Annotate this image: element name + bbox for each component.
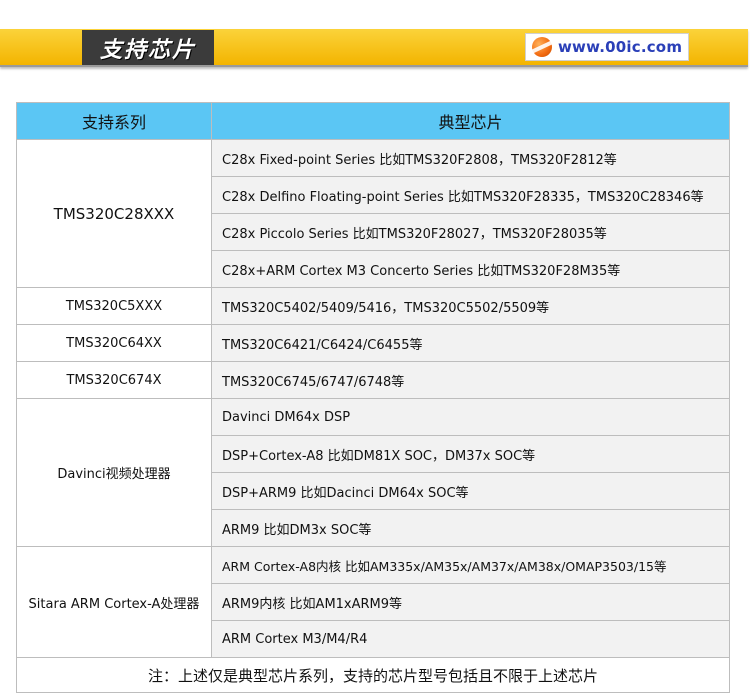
- table-row: TMS320C28XXX C28x Fixed-point Series 比如T…: [16, 139, 730, 288]
- header-chips: 典型芯片: [211, 102, 730, 140]
- chip-cell: Davinci DM64x DSP: [211, 398, 730, 436]
- header-series: 支持系列: [16, 102, 212, 140]
- table-header-row: 支持系列 典型芯片: [16, 102, 730, 140]
- chip-cell: C28x Fixed-point Series 比如TMS320F2808，TM…: [211, 139, 730, 177]
- chip-cell: TMS320C5402/5409/5416，TMS320C5502/5509等: [211, 287, 730, 325]
- table-row: TMS320C674X TMS320C6745/6747/6748等: [16, 361, 730, 399]
- series-cell: Sitara ARM Cortex-A处理器: [16, 546, 212, 658]
- chip-cell: ARM Cortex M3/M4/R4: [211, 620, 730, 658]
- chip-cell: DSP+ARM9 比如Dacinci DM64x SOC等: [211, 472, 730, 510]
- chip-cell: TMS320C6421/C6424/C6455等: [211, 324, 730, 362]
- table-row: Sitara ARM Cortex-A处理器 ARM Cortex-A8内核 比…: [16, 546, 730, 658]
- series-cell: TMS320C64XX: [16, 324, 212, 362]
- chip-cell: C28x Delfino Floating-point Series 比如TMS…: [211, 176, 730, 214]
- series-cell: TMS320C674X: [16, 361, 212, 399]
- chip-cell: ARM9 比如DM3x SOC等: [211, 509, 730, 547]
- supported-chips-table: 支持系列 典型芯片 TMS320C28XXX C28x Fixed-point …: [16, 102, 730, 693]
- globe-logo-icon: [532, 37, 552, 57]
- series-cell: Davinci视频处理器: [16, 398, 212, 547]
- series-cell: TMS320C28XXX: [16, 139, 212, 288]
- table-row: Davinci视频处理器 Davinci DM64x DSP: [16, 398, 730, 547]
- table-row: TMS320C5XXX TMS320C5402/5409/5416，TMS320…: [16, 287, 730, 325]
- logo-text: www.00ic.com: [558, 38, 683, 56]
- series-cell: TMS320C5XXX: [16, 287, 212, 325]
- chip-cell: ARM Cortex-A8内核 比如AM335x/AM35x/AM37x/AM3…: [211, 546, 730, 584]
- chip-cell: C28x+ARM Cortex M3 Concerto Series 比如TMS…: [211, 250, 730, 288]
- chip-cell: DSP+Cortex-A8 比如DM81X SOC，DM37x SOC等: [211, 435, 730, 473]
- banner-title: 支持芯片: [82, 30, 214, 65]
- footnote-text: 注：上述仅是典型芯片系列，支持的芯片型号包括且不限于上述芯片: [16, 657, 730, 693]
- footnote-row: 注：上述仅是典型芯片系列，支持的芯片型号包括且不限于上述芯片: [16, 657, 730, 693]
- chip-cell: C28x Piccolo Series 比如TMS320F28027，TMS32…: [211, 213, 730, 251]
- chip-cell: ARM9内核 比如AM1xARM9等: [211, 583, 730, 621]
- chip-cell: TMS320C6745/6747/6748等: [211, 361, 730, 399]
- site-logo-link[interactable]: www.00ic.com: [525, 33, 689, 61]
- table-row: TMS320C64XX TMS320C6421/C6424/C6455等: [16, 324, 730, 362]
